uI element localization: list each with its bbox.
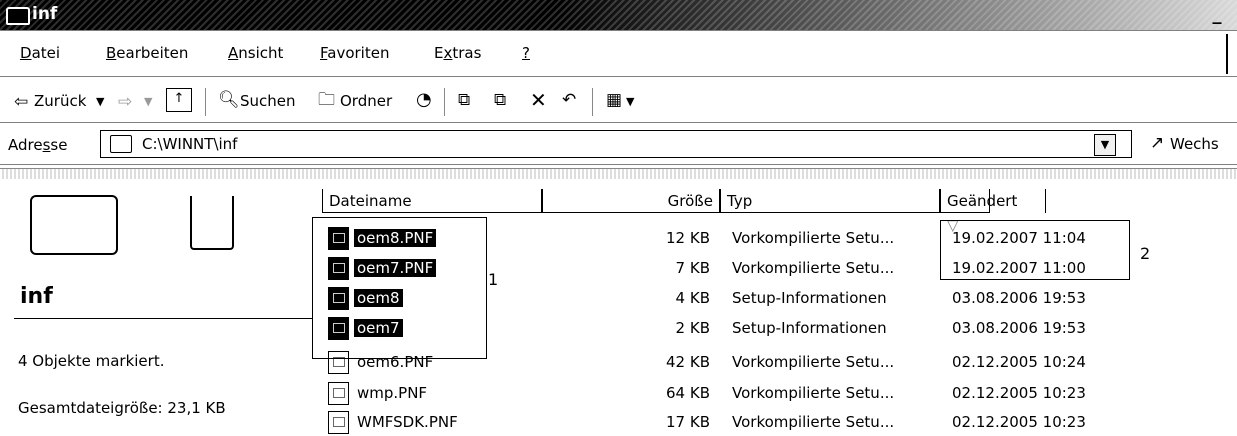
file-size: 2 KB	[675, 319, 710, 337]
minimize-button[interactable]: _	[1206, 5, 1228, 25]
folder-icon	[6, 7, 30, 25]
dates-annotation-box	[940, 220, 1130, 280]
file-modified: 03.08.2006 19:53	[952, 289, 1086, 307]
forward-arrow-icon[interactable]: ⇨	[118, 92, 132, 112]
folder-name-heading: inf	[20, 284, 53, 309]
back-button[interactable]: Zurück	[34, 92, 86, 110]
file-name[interactable]: WMFSDK.PNF	[354, 413, 461, 431]
annotation-label-1: 1	[488, 270, 499, 289]
chevron-down-icon[interactable]: ▼	[626, 92, 634, 112]
table-row[interactable]: WMFSDK.PNF 17 KB Vorkompilierte Setu... …	[322, 410, 1222, 436]
divider	[0, 76, 1237, 77]
undo-icon[interactable]: ↶	[562, 90, 576, 110]
menu-favoriten[interactable]: Favoriten	[320, 44, 389, 62]
file-icon	[328, 411, 349, 434]
file-modified: 03.08.2006 19:53	[952, 319, 1086, 337]
folders-button[interactable]: Ordner	[340, 92, 392, 110]
file-type: Setup-Informationen	[732, 289, 887, 307]
folder-icon	[30, 195, 118, 255]
file-name[interactable]: wmp.PNF	[354, 384, 430, 402]
folder-up-icon[interactable]: ↑	[166, 88, 192, 112]
go-button[interactable]: Wechs	[1170, 135, 1219, 153]
web-view-header-band	[0, 168, 1237, 179]
search-button[interactable]: Suchen	[240, 92, 296, 110]
divider	[0, 122, 1237, 123]
file-type: Vorkompilierte Setu...	[732, 229, 895, 247]
address-label: Adresse	[8, 136, 68, 154]
menu-datei[interactable]: Datei	[20, 44, 60, 62]
file-size: 17 KB	[666, 413, 710, 431]
history-icon[interactable]: ◔	[416, 90, 432, 110]
selection-annotation-box	[312, 217, 487, 359]
chevron-down-icon[interactable]: ▼	[144, 92, 152, 112]
divider	[0, 30, 1237, 31]
file-size: 64 KB	[666, 384, 710, 402]
column-header-modified[interactable]: Geändert ▽	[940, 189, 1017, 234]
address-dropdown-button[interactable]: ▼	[1094, 134, 1116, 156]
column-divider	[1045, 189, 1046, 213]
file-modified: 02.12.2005 10:24	[952, 353, 1086, 371]
file-modified: 02.12.2005 10:23	[952, 413, 1086, 431]
search-icon[interactable]: 🔍︎	[218, 90, 240, 110]
file-type: Vorkompilierte Setu...	[732, 384, 895, 402]
annotation-label-2: 2	[1140, 244, 1151, 263]
copy-to-icon[interactable]: ⧉	[494, 90, 506, 110]
file-type: Vorkompilierte Setu...	[732, 353, 895, 371]
back-arrow-icon[interactable]: ⇦	[14, 92, 28, 112]
file-size: 4 KB	[675, 289, 710, 307]
menu-ansicht[interactable]: Ansicht	[228, 44, 283, 62]
file-type: Vorkompilierte Setu...	[732, 413, 895, 431]
go-arrow-icon[interactable]: ↗	[1150, 133, 1164, 153]
column-header-name[interactable]: Dateiname	[322, 189, 542, 213]
file-size: 12 KB	[666, 229, 710, 247]
toolbar-separator	[205, 88, 209, 116]
selection-status: 4 Objekte markiert.	[18, 352, 165, 370]
chevron-down-icon[interactable]: ▼	[96, 92, 104, 112]
file-size: 42 KB	[666, 353, 710, 371]
folder-icon	[190, 196, 234, 250]
file-type: Vorkompilierte Setu...	[732, 259, 895, 277]
menu-bar-edge	[1226, 34, 1228, 74]
move-to-icon[interactable]: ⧉	[458, 90, 470, 110]
total-size-status: Gesamtdateigröße: 23,1 KB	[18, 399, 226, 417]
menu-extras[interactable]: Extras	[434, 44, 481, 62]
delete-icon[interactable]: ✕	[530, 90, 547, 110]
toolbar-separator	[444, 88, 448, 116]
file-icon	[328, 382, 349, 405]
address-value[interactable]: C:\WINNT\inf	[142, 135, 237, 153]
column-header-type[interactable]: Typ	[720, 189, 940, 213]
title-bar[interactable]	[0, 0, 1237, 30]
file-size: 7 KB	[675, 259, 710, 277]
folders-icon[interactable]: 🗀	[318, 90, 335, 110]
table-row[interactable]: wmp.PNF 64 KB Vorkompilierte Setu... 02.…	[322, 381, 1222, 407]
folder-icon	[110, 135, 132, 153]
views-icon[interactable]: ▦	[606, 90, 622, 110]
menu-help[interactable]: ?	[522, 44, 530, 62]
divider	[0, 164, 1237, 165]
window-title: inf	[32, 4, 58, 24]
address-field[interactable]	[100, 130, 1132, 158]
menu-bearbeiten[interactable]: Bearbeiten	[106, 44, 188, 62]
file-modified: 02.12.2005 10:23	[952, 384, 1086, 402]
file-type: Setup-Informationen	[732, 319, 887, 337]
column-header-size[interactable]: Größe	[542, 189, 720, 213]
toolbar-separator	[592, 88, 596, 116]
title-bar-gradient	[560, 0, 1237, 30]
divider	[14, 318, 312, 319]
